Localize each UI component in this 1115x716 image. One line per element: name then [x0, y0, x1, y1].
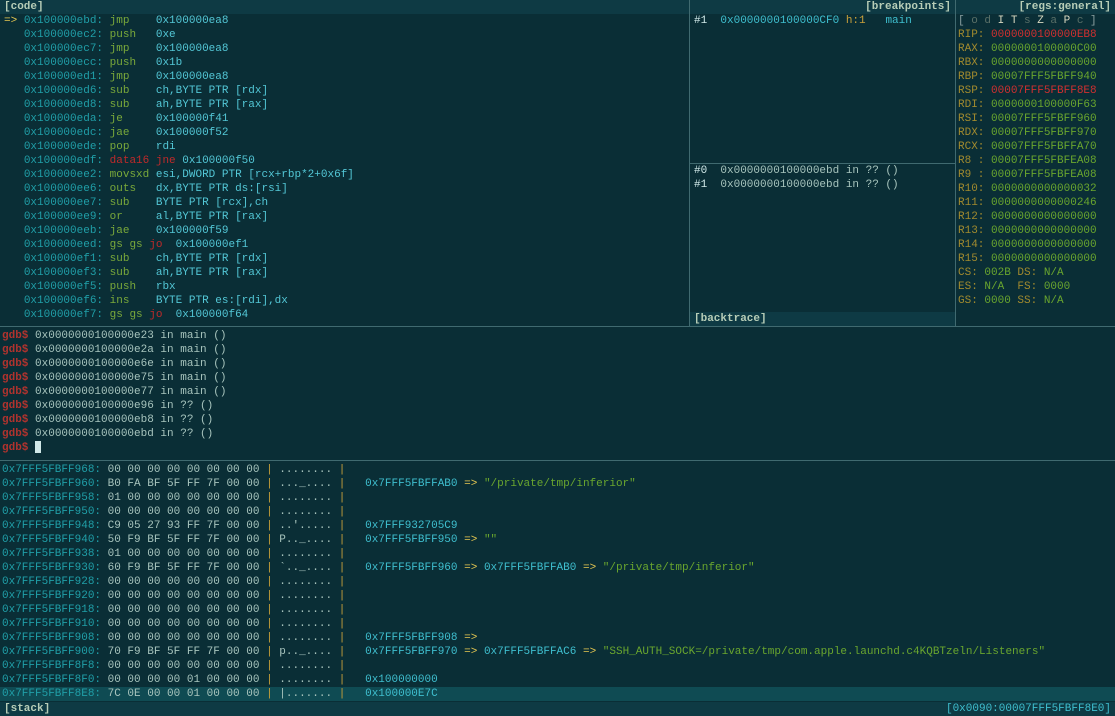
- gdb-prompt[interactable]: gdb$: [0, 441, 1115, 455]
- reg-row: RIP: 0000000100000EB8: [956, 28, 1115, 42]
- stack-row[interactable]: 0x7FFF5FBFF968: 00 00 00 00 00 00 00 00 …: [0, 463, 1115, 477]
- gdb-line: gdb$ 0x0000000100000eb8 in ?? (): [0, 413, 1115, 427]
- stack-row[interactable]: 0x7FFF5FBFF8E8: 7C 0E 00 00 01 00 00 00 …: [0, 687, 1115, 701]
- code-line[interactable]: 0x100000ef5: push rbx: [0, 280, 689, 294]
- gdb-line: gdb$ 0x0000000100000e6e in main (): [0, 357, 1115, 371]
- reg-row: R13: 0000000000000000: [956, 224, 1115, 238]
- code-line[interactable]: 0x100000ec7: jmp 0x100000ea8: [0, 42, 689, 56]
- reg-row: RSI: 00007FFF5FBFF960: [956, 112, 1115, 126]
- footer-right-text: [0x0090:00007FFF5FBFF8E0]: [946, 702, 1111, 716]
- reg-row: R10: 0000000000000032: [956, 182, 1115, 196]
- code-line[interactable]: 0x100000ee2: movsxd esi,DWORD PTR [rcx+r…: [0, 168, 689, 182]
- segreg-row: GS: 0000 SS: N/A: [956, 294, 1115, 308]
- code-line[interactable]: 0x100000eda: je 0x100000f41: [0, 112, 689, 126]
- code-line[interactable]: => 0x100000ebd: jmp 0x100000ea8: [0, 14, 689, 28]
- backtrace-row[interactable]: #1 0x0000000100000ebd in ?? (): [690, 178, 955, 192]
- stack-row[interactable]: 0x7FFF5FBFF940: 50 F9 BF 5F FF 7F 00 00 …: [0, 533, 1115, 547]
- code-line[interactable]: 0x100000ed8: sub ah,BYTE PTR [rax]: [0, 98, 689, 112]
- code-line[interactable]: 0x100000ef6: ins BYTE PTR es:[rdi],dx: [0, 294, 689, 308]
- segreg-row: ES: N/A FS: 0000: [956, 280, 1115, 294]
- code-line[interactable]: 0x100000ef7: gs gs jo 0x100000f64: [0, 308, 689, 322]
- stack-row[interactable]: 0x7FFF5FBFF928: 00 00 00 00 00 00 00 00 …: [0, 575, 1115, 589]
- reg-row: R9 : 00007FFF5FBFEA08: [956, 168, 1115, 182]
- gdb-line: gdb$ 0x0000000100000e75 in main (): [0, 371, 1115, 385]
- reg-row: RCX: 00007FFF5FBFFA70: [956, 140, 1115, 154]
- reg-row: R8 : 00007FFF5FBFEA08: [956, 154, 1115, 168]
- stack-row[interactable]: 0x7FFF5FBFF950: 00 00 00 00 00 00 00 00 …: [0, 505, 1115, 519]
- code-title-text: [code]: [4, 0, 44, 14]
- code-line[interactable]: 0x100000edc: jae 0x100000f52: [0, 126, 689, 140]
- code-line[interactable]: 0x100000ee9: or al,BYTE PTR [rax]: [0, 210, 689, 224]
- stack-row[interactable]: 0x7FFF5FBFF908: 00 00 00 00 00 00 00 00 …: [0, 631, 1115, 645]
- stack-row[interactable]: 0x7FFF5FBFF920: 00 00 00 00 00 00 00 00 …: [0, 589, 1115, 603]
- reg-row: RBP: 00007FFF5FBFF940: [956, 70, 1115, 84]
- gdb-line: gdb$ 0x0000000100000ebd in ?? (): [0, 427, 1115, 441]
- code-line[interactable]: 0x100000ed1: jmp 0x100000ea8: [0, 70, 689, 84]
- breakpoints-title-text: [breakpoints]: [865, 0, 951, 14]
- breakpoint-row[interactable]: #1 0x0000000100000CF0 h:1 main: [690, 14, 955, 28]
- stack-row[interactable]: 0x7FFF5FBFF938: 01 00 00 00 00 00 00 00 …: [0, 547, 1115, 561]
- stack-title-text: [stack]: [4, 703, 50, 715]
- breakpoints-pane[interactable]: [breakpoints] #1 0x0000000100000CF0 h:1 …: [690, 0, 955, 163]
- reg-row: RDI: 0000000100000F63: [956, 98, 1115, 112]
- regs-title: [regs:general]: [956, 0, 1115, 14]
- stack-row[interactable]: 0x7FFF5FBFF918: 00 00 00 00 00 00 00 00 …: [0, 603, 1115, 617]
- code-line[interactable]: 0x100000ee7: sub BYTE PTR [rcx],ch: [0, 196, 689, 210]
- reg-row: R15: 0000000000000000: [956, 252, 1115, 266]
- backtrace-row[interactable]: #0 0x0000000100000ebd in ?? (): [690, 164, 955, 178]
- reg-row: R11: 0000000000000246: [956, 196, 1115, 210]
- gdb-pane[interactable]: gdb$ 0x0000000100000e23 in main ()gdb$ 0…: [0, 327, 1115, 460]
- code-line[interactable]: 0x100000ef3: sub ah,BYTE PTR [rax]: [0, 266, 689, 280]
- code-line[interactable]: 0x100000eeb: jae 0x100000f59: [0, 224, 689, 238]
- reg-row: RDX: 00007FFF5FBFF970: [956, 126, 1115, 140]
- reg-row: R12: 0000000000000000: [956, 210, 1115, 224]
- code-pane[interactable]: [code] => 0x100000ebd: jmp 0x100000ea8 0…: [0, 0, 689, 326]
- code-line[interactable]: 0x100000ed6: sub ch,BYTE PTR [rdx]: [0, 84, 689, 98]
- footer: [stack] [0x0090:00007FFF5FBFF8E0]: [0, 702, 1115, 716]
- code-line[interactable]: 0x100000eed: gs gs jo 0x100000ef1: [0, 238, 689, 252]
- reg-row: RSP: 00007FFF5FBFF8E8: [956, 84, 1115, 98]
- regs-pane[interactable]: [regs:general] [ o d I T s Z a P c ]RIP:…: [956, 0, 1115, 326]
- backtrace-title: [backtrace]: [690, 312, 955, 326]
- regs-flags: [ o d I T s Z a P c ]: [956, 14, 1115, 28]
- stack-pane[interactable]: 0x7FFF5FBFF968: 00 00 00 00 00 00 00 00 …: [0, 461, 1115, 702]
- stack-row[interactable]: 0x7FFF5FBFF930: 60 F9 BF 5F FF 7F 00 00 …: [0, 561, 1115, 575]
- code-line[interactable]: 0x100000ede: pop rdi: [0, 140, 689, 154]
- gdb-line: gdb$ 0x0000000100000e23 in main (): [0, 329, 1115, 343]
- gdb-line: gdb$ 0x0000000100000e96 in ?? (): [0, 399, 1115, 413]
- stack-row[interactable]: 0x7FFF5FBFF8F0: 00 00 00 00 01 00 00 00 …: [0, 673, 1115, 687]
- gdb-line: gdb$ 0x0000000100000e2a in main (): [0, 343, 1115, 357]
- stack-row[interactable]: 0x7FFF5FBFF900: 70 F9 BF 5F FF 7F 00 00 …: [0, 645, 1115, 659]
- backtrace-pane[interactable]: #0 0x0000000100000ebd in ?? ()#1 0x00000…: [690, 164, 955, 326]
- segreg-row: CS: 002B DS: N/A: [956, 266, 1115, 280]
- stack-row[interactable]: 0x7FFF5FBFF8F8: 00 00 00 00 00 00 00 00 …: [0, 659, 1115, 673]
- code-line[interactable]: 0x100000ec2: push 0xe: [0, 28, 689, 42]
- code-line[interactable]: 0x100000ecc: push 0x1b: [0, 56, 689, 70]
- reg-row: RBX: 0000000000000000: [956, 56, 1115, 70]
- reg-row: R14: 0000000000000000: [956, 238, 1115, 252]
- code-line[interactable]: 0x100000ee6: outs dx,BYTE PTR ds:[rsi]: [0, 182, 689, 196]
- stack-row[interactable]: 0x7FFF5FBFF958: 01 00 00 00 00 00 00 00 …: [0, 491, 1115, 505]
- gdb-line: gdb$ 0x0000000100000e77 in main (): [0, 385, 1115, 399]
- backtrace-title-text: [backtrace]: [694, 312, 767, 326]
- code-line[interactable]: 0x100000ef1: sub ch,BYTE PTR [rdx]: [0, 252, 689, 266]
- breakpoints-title: [breakpoints]: [690, 0, 955, 14]
- code-line[interactable]: 0x100000edf: data16 jne 0x100000f50: [0, 154, 689, 168]
- reg-row: RAX: 0000000100000C00: [956, 42, 1115, 56]
- stack-row[interactable]: 0x7FFF5FBFF948: C9 05 27 93 FF 7F 00 00 …: [0, 519, 1115, 533]
- code-title: [code]: [0, 0, 689, 14]
- regs-title-text: [regs:general]: [1019, 0, 1111, 14]
- cursor: [35, 441, 41, 453]
- stack-row[interactable]: 0x7FFF5FBFF960: B0 FA BF 5F FF 7F 00 00 …: [0, 477, 1115, 491]
- stack-row[interactable]: 0x7FFF5FBFF910: 00 00 00 00 00 00 00 00 …: [0, 617, 1115, 631]
